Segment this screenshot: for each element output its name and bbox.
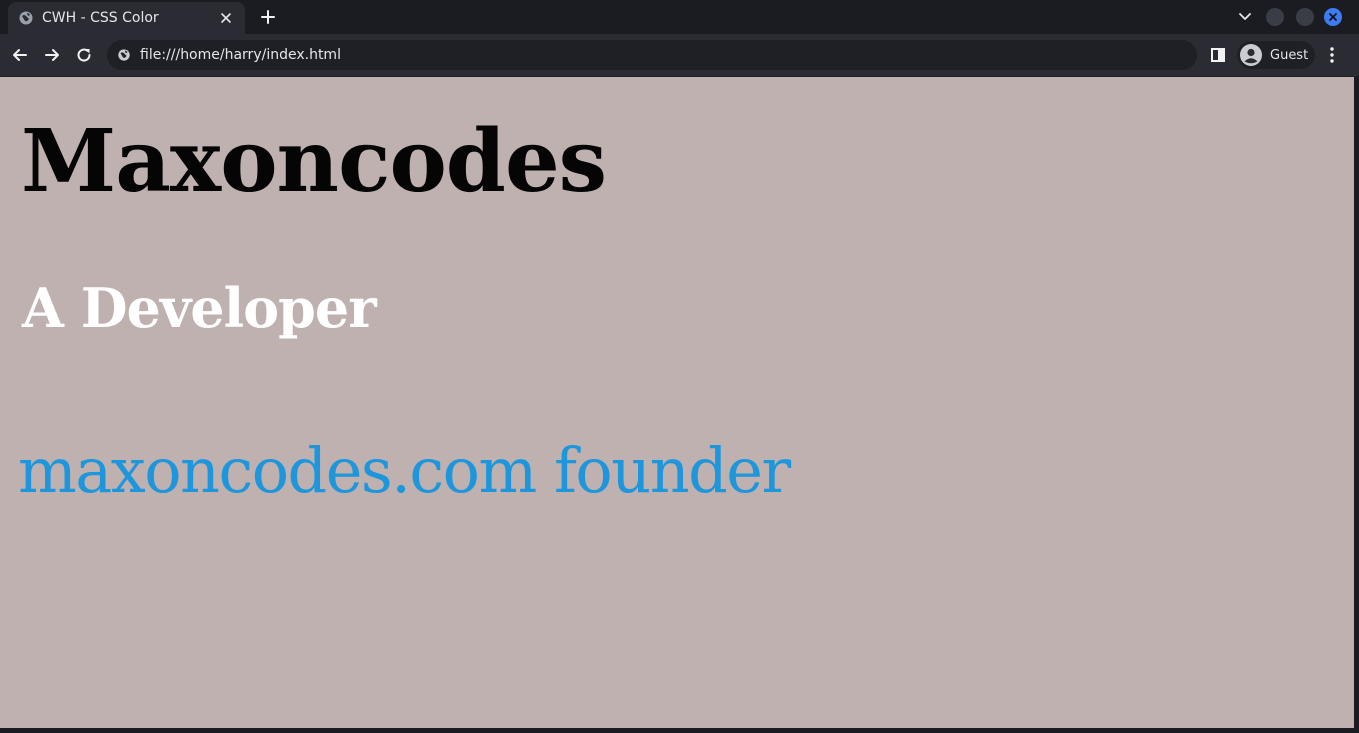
page-subheading: A Developer [22,276,377,340]
reload-icon [77,48,91,62]
side-panel-icon [1211,48,1225,62]
page-viewport: Maxoncodes A Developer maxoncodes.com fo… [0,77,1354,728]
page-tagline: maxoncodes.com founder [18,434,791,507]
profile-button[interactable]: Guest [1237,41,1315,69]
window-edge [1354,77,1359,728]
arrow-left-icon [13,49,27,61]
tab-search-button[interactable] [1236,8,1254,26]
arrow-right-icon [45,49,59,61]
plus-icon [261,10,275,24]
tab-close-icon[interactable] [217,9,235,27]
close-window-button[interactable] [1324,8,1342,26]
window-bottom-edge [0,728,1359,733]
reload-button[interactable] [73,44,95,66]
side-panel-button[interactable] [1209,46,1227,64]
chevron-down-icon [1239,13,1251,20]
new-tab-button[interactable] [257,6,279,28]
back-button[interactable] [9,44,31,66]
kebab-menu-icon [1330,47,1334,63]
profile-label: Guest [1270,47,1309,63]
maximize-button[interactable] [1296,8,1314,26]
globe-icon[interactable] [117,48,131,62]
address-bar[interactable]: file:///home/harry/index.html [107,40,1197,70]
forward-button[interactable] [41,44,63,66]
globe-icon [18,10,34,26]
tab-strip: CWH - CSS Color [0,0,1359,34]
minimize-button[interactable] [1266,8,1284,26]
close-icon [1329,13,1337,21]
menu-button[interactable] [1323,45,1341,65]
tab-title: CWH - CSS Color [42,10,159,26]
browser-tab[interactable]: CWH - CSS Color [8,2,245,34]
avatar-icon [1240,44,1262,66]
page-heading: Maxoncodes [21,111,607,212]
address-url: file:///home/harry/index.html [140,47,341,63]
browser-toolbar: file:///home/harry/index.html Guest [0,34,1359,76]
